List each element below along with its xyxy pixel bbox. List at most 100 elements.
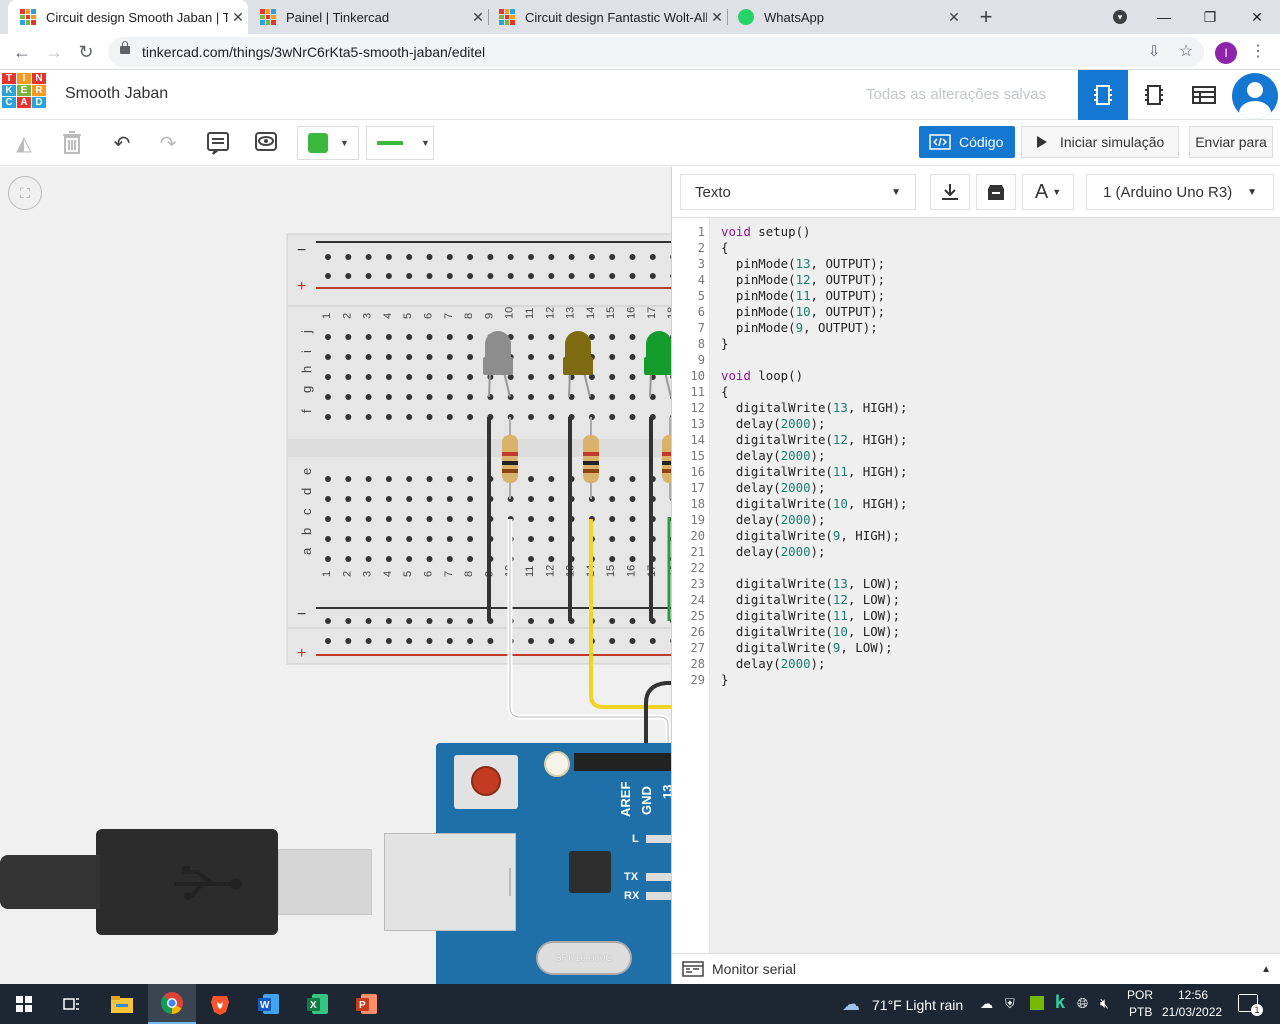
code-line[interactable]: digitalWrite(11, LOW); bbox=[721, 608, 900, 624]
word-icon[interactable]: W bbox=[245, 984, 293, 1024]
tab-whatsapp[interactable]: WhatsApp ✕ bbox=[736, 0, 964, 34]
tab-painel[interactable]: Painel | Tinkercad ✕ bbox=[258, 0, 488, 34]
tab-circuit-smooth-jaban[interactable]: Circuit design Smooth Jaban | Tinkercad … bbox=[8, 0, 248, 34]
code-line[interactable]: void setup() bbox=[721, 224, 811, 240]
code-mode-select[interactable]: Texto ▼ bbox=[680, 174, 916, 210]
rail-hole bbox=[365, 273, 372, 279]
close-tab-icon[interactable]: ✕ bbox=[707, 9, 727, 26]
close-window-button[interactable]: ✕ bbox=[1234, 0, 1280, 34]
code-line[interactable]: { bbox=[721, 240, 728, 256]
color-picker[interactable]: ▼ bbox=[297, 126, 359, 160]
notes-icon[interactable] bbox=[202, 128, 234, 158]
code-line[interactable]: digitalWrite(10, LOW); bbox=[721, 624, 900, 640]
annotation-visibility-icon[interactable] bbox=[250, 128, 282, 158]
powerpoint-icon[interactable]: P bbox=[343, 984, 391, 1024]
network-globe-icon[interactable]: 🌐︎ bbox=[1077, 995, 1088, 1012]
notifications-icon[interactable]: 1 bbox=[1238, 994, 1263, 1016]
code-line[interactable]: digitalWrite(13, LOW); bbox=[721, 576, 900, 592]
usb-plug-housing[interactable] bbox=[96, 829, 278, 935]
code-line[interactable]: digitalWrite(12, LOW); bbox=[721, 592, 900, 608]
serial-monitor-icon bbox=[682, 961, 704, 977]
onedrive-icon[interactable]: ☁ bbox=[980, 996, 993, 1012]
install-app-icon[interactable]: ⇩ bbox=[1142, 40, 1166, 64]
code-line[interactable]: delay(2000); bbox=[721, 448, 826, 464]
code-line[interactable]: pinMode(10, OUTPUT); bbox=[721, 304, 885, 320]
tinkercad-logo[interactable]: T I N K E R C A D bbox=[2, 73, 46, 117]
download-code-button[interactable] bbox=[930, 174, 970, 210]
file-explorer-icon[interactable] bbox=[98, 984, 146, 1024]
clock-time[interactable]: 12:56 bbox=[1178, 988, 1208, 1002]
redo-icon[interactable]: ↷ bbox=[152, 128, 184, 158]
code-line[interactable]: delay(2000); bbox=[721, 544, 826, 560]
start-simulation-button[interactable]: Iniciar simulação bbox=[1021, 126, 1179, 158]
code-line[interactable]: pinMode(12, OUTPUT); bbox=[721, 272, 885, 288]
code-line[interactable]: pinMode(9, OUTPUT); bbox=[721, 320, 878, 336]
library-button[interactable] bbox=[976, 174, 1016, 210]
kebab-menu-icon[interactable]: ⋮ bbox=[1246, 40, 1270, 64]
tab-search-icon[interactable]: ▾ bbox=[1113, 10, 1127, 24]
circuit-view-button[interactable] bbox=[1078, 70, 1128, 120]
code-line[interactable]: delay(2000); bbox=[721, 416, 826, 432]
code-line[interactable]: pinMode(13, OUTPUT); bbox=[721, 256, 885, 272]
close-tab-icon[interactable]: ✕ bbox=[468, 9, 488, 26]
send-to-button[interactable]: Enviar para bbox=[1189, 126, 1273, 158]
chrome-taskbar-icon[interactable] bbox=[148, 984, 196, 1024]
excel-icon[interactable]: X bbox=[294, 984, 342, 1024]
reset-button[interactable] bbox=[471, 766, 501, 796]
delete-trash-icon[interactable] bbox=[56, 128, 88, 158]
close-tab-icon[interactable]: ✕ bbox=[944, 9, 964, 26]
language-bottom[interactable]: PTB bbox=[1129, 1005, 1152, 1019]
brave-icon[interactable] bbox=[196, 984, 244, 1024]
reload-icon[interactable]: ↻ bbox=[74, 40, 98, 64]
code-line[interactable]: digitalWrite(9, LOW); bbox=[721, 640, 893, 656]
breadboard-hole bbox=[345, 516, 352, 522]
profile-avatar[interactable]: I bbox=[1215, 42, 1237, 64]
bookmark-star-icon[interactable]: ☆ bbox=[1174, 40, 1198, 64]
code-line[interactable]: delay(2000); bbox=[721, 512, 826, 528]
task-view-icon[interactable] bbox=[48, 984, 96, 1024]
nvidia-icon[interactable] bbox=[1030, 996, 1044, 1010]
minimize-button[interactable]: — bbox=[1141, 0, 1187, 34]
breadboard-hole bbox=[446, 354, 453, 360]
component-list-button[interactable] bbox=[1179, 70, 1229, 120]
code-line[interactable]: pinMode(11, OUTPUT); bbox=[721, 288, 885, 304]
code-button[interactable]: Código bbox=[919, 126, 1015, 158]
weather-text[interactable]: 71°F Light rain bbox=[872, 997, 963, 1013]
code-line[interactable]: { bbox=[721, 384, 728, 400]
restore-button[interactable]: ❐ bbox=[1187, 0, 1233, 34]
code-editor[interactable]: 1 2 3 4 5 6 7 8 9 10 11 12 13 14 15 16 17 18 19 20 21 22 23 24 2… bbox=[672, 217, 1280, 954]
volume-muted-icon[interactable]: 🔇︎ bbox=[1100, 995, 1109, 1012]
code-line[interactable]: } bbox=[721, 672, 728, 688]
code-line[interactable]: delay(2000); bbox=[721, 656, 826, 672]
code-line[interactable]: digitalWrite(11, HIGH); bbox=[721, 464, 908, 480]
serial-monitor-bar[interactable]: Monitor serial ▲ bbox=[672, 953, 1280, 984]
rotate-icon[interactable]: ◭ bbox=[8, 128, 40, 158]
font-size-button[interactable]: A ▼ bbox=[1022, 174, 1074, 210]
new-tab-button[interactable]: + bbox=[972, 4, 1000, 32]
close-tab-icon[interactable]: ✕ bbox=[228, 9, 248, 26]
kaspersky-icon[interactable]: k bbox=[1055, 992, 1065, 1013]
tab-circuit-fantastic[interactable]: Circuit design Fantastic Wolt-Albanni ✕ bbox=[497, 0, 727, 34]
code-line[interactable]: digitalWrite(9, HIGH); bbox=[721, 528, 900, 544]
code-line[interactable]: void loop() bbox=[721, 368, 803, 384]
schematic-view-button[interactable] bbox=[1129, 70, 1179, 120]
chevron-up-icon[interactable]: ▲ bbox=[1261, 964, 1271, 975]
windows-start-icon[interactable] bbox=[0, 984, 48, 1024]
security-icon[interactable]: ⛨ bbox=[1005, 996, 1015, 1012]
back-arrow-icon[interactable]: ← bbox=[10, 40, 34, 64]
project-name[interactable]: Smooth Jaban bbox=[65, 85, 168, 103]
code-line[interactable]: delay(2000); bbox=[721, 480, 826, 496]
language-top[interactable]: POR bbox=[1127, 988, 1153, 1002]
circuit-canvas[interactable]: ⛶ −+−+1122334455667788991010111112121313… bbox=[0, 167, 671, 984]
device-select[interactable]: 1 (Arduino Uno R3) ▼ bbox=[1086, 174, 1274, 210]
wire-type-picker[interactable]: ▼ bbox=[366, 126, 434, 160]
code-line[interactable]: digitalWrite(10, HIGH); bbox=[721, 496, 908, 512]
code-line[interactable]: digitalWrite(13, HIGH); bbox=[721, 400, 908, 416]
user-avatar[interactable] bbox=[1232, 73, 1278, 119]
clock-date[interactable]: 21/03/2022 bbox=[1162, 1005, 1222, 1019]
undo-icon[interactable]: ↶ bbox=[106, 128, 138, 158]
url-field[interactable]: tinkercad.com/things/3wNrC6rKta5-smooth-… bbox=[108, 37, 1204, 67]
code-line[interactable]: } bbox=[721, 336, 728, 352]
forward-arrow-icon[interactable]: → bbox=[42, 40, 66, 64]
code-line[interactable]: digitalWrite(12, HIGH); bbox=[721, 432, 908, 448]
